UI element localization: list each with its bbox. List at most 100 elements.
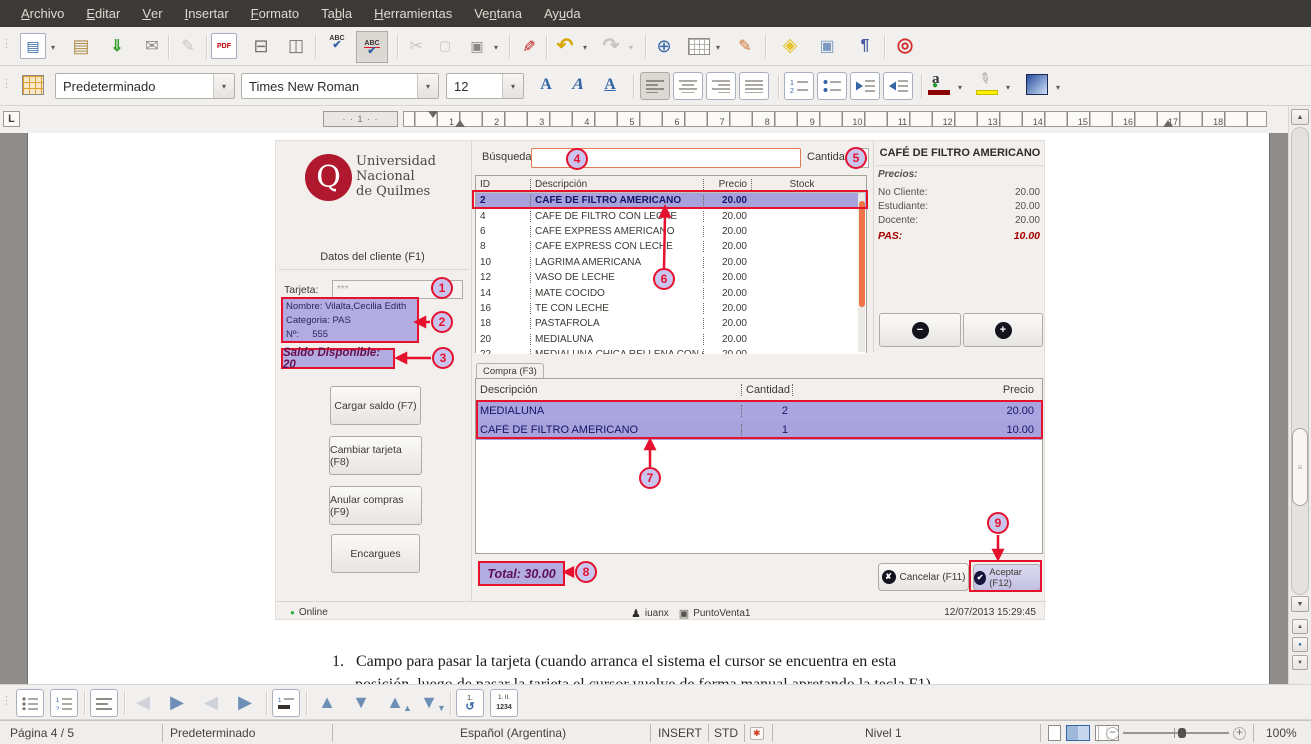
left-indent-marker[interactable] [455,120,465,127]
insert-unnumbered-entry-icon[interactable]: 1 [272,689,300,717]
spellcheck-icon[interactable]: ABC ✔ [323,35,351,49]
menu-editar[interactable]: Editar [75,0,131,27]
menu-herramientas[interactable]: Herramientas [363,0,463,27]
paste-icon[interactable]: ▣ [462,32,492,60]
move-down-icon[interactable]: ▼ [346,688,376,716]
document-paragraph[interactable]: 1. Campo para pasar la tarjeta (cuando a… [332,653,1032,671]
undo-icon[interactable]: ↶ [550,31,580,59]
horizontal-ruler[interactable]: 123456789101112131415161718 [403,111,1267,127]
open-icon[interactable]: ▤ [66,32,96,60]
document-view-area[interactable]: Q Universidad Nacional de Quilmes Datos … [0,133,1288,684]
bold-icon[interactable]: A [533,73,559,97]
zoom-slider-thumb[interactable] [1178,728,1186,738]
menu-ventana[interactable]: Ventana [463,0,533,27]
italic-icon[interactable]: A [562,73,594,97]
font-size-dropdown-icon[interactable]: ▾ [502,74,523,98]
insert-table-icon[interactable] [688,38,710,55]
document-line2-clipped[interactable]: posición, luego de pasar la tarjeta el c… [355,676,1055,684]
email-icon[interactable]: ✉ [137,32,167,60]
previous-page-button[interactable]: ▲ [1292,619,1308,634]
styles-and-formatting-icon[interactable] [22,75,44,95]
toolbar-grip[interactable]: ⋮ [1,694,9,707]
font-color-dropdown-icon[interactable]: ▾ [955,83,965,92]
menu-insertar[interactable]: Insertar [174,0,240,27]
undo-dropdown-icon[interactable]: ▾ [580,43,590,52]
font-name-combo[interactable]: Times New Roman ▾ [241,73,439,99]
font-name-dropdown-icon[interactable]: ▾ [417,74,438,98]
export-pdf-icon[interactable]: PDF [211,33,237,59]
gallery-icon[interactable]: ▣ [812,32,842,60]
draw-functions-icon[interactable]: ✎ [730,32,760,60]
document-modified-icon[interactable]: ✱ [750,721,764,744]
background-color-icon[interactable] [1026,74,1048,95]
save-icon[interactable]: ⇓ [102,32,132,60]
scroll-down-button[interactable]: ▼ [1291,596,1309,612]
statusbar-page-number[interactable]: Página 4 / 5 [10,721,74,744]
numbered-list-icon[interactable]: 12 [784,72,814,100]
pos-app-screenshot-image[interactable]: Q Universidad Nacional de Quilmes Datos … [275,140,1045,620]
scroll-up-button[interactable]: ▲ [1291,109,1309,125]
zoom-in-icon[interactable]: + [1233,727,1246,740]
multi-page-view-icon[interactable] [1066,725,1090,741]
menu-ayuda[interactable]: Ayuda [533,0,592,27]
menu-formato[interactable]: Formato [240,0,310,27]
statusbar-insert-mode[interactable]: INSERT [658,721,702,744]
bullet-list-toggle-icon[interactable] [16,689,44,717]
continue-numbering-icon[interactable]: 1. II. 1234 [490,689,518,717]
single-page-view-icon[interactable] [1048,725,1061,741]
numbered-list-toggle-icon[interactable]: 12 [50,689,78,717]
statusbar-outline-level[interactable]: Nivel 1 [865,721,902,744]
highlight-dropdown-icon[interactable]: ▾ [1003,83,1013,92]
demote-with-subpoints-icon[interactable]: ▶ [230,688,260,716]
toolbar-grip[interactable]: ⋮ [1,77,9,90]
hyperlink-globe-icon[interactable]: ⊕ [649,32,679,60]
align-justify-icon[interactable] [739,72,769,100]
first-line-indent-marker[interactable] [428,111,438,118]
decrease-indent-icon[interactable] [850,72,880,100]
toolbar-grip[interactable]: ⋮ [1,37,9,50]
increase-indent-icon[interactable] [883,72,913,100]
new-document-dropdown-icon[interactable]: ▾ [48,43,58,52]
tab-stop-selector[interactable]: L [3,111,20,127]
no-list-icon[interactable] [90,689,118,717]
background-color-dropdown-icon[interactable]: ▾ [1053,83,1063,92]
statusbar-zoom-level[interactable]: 100% [1266,721,1297,744]
underline-icon[interactable]: A [597,73,623,97]
move-up-icon[interactable]: ▲ [312,688,342,716]
navigation-button[interactable]: ● [1292,637,1308,652]
bullet-list-icon[interactable] [817,72,847,100]
statusbar-language[interactable]: Español (Argentina) [460,721,566,744]
menu-tabla[interactable]: Tabla [310,0,363,27]
font-size-combo[interactable]: 12 ▾ [446,73,524,99]
menu-ver[interactable]: Ver [131,0,173,27]
navigator-icon[interactable]: ◈ [775,31,805,59]
insert-table-dropdown-icon[interactable]: ▾ [713,43,723,52]
font-color-icon[interactable]: a ● [928,74,950,96]
zoom-slider-track[interactable] [1123,732,1229,734]
highlight-color-icon[interactable]: ✎ [976,74,998,96]
menu-archivo[interactable]: Archivo [10,0,75,27]
formatting-marks-icon[interactable]: ¶ [850,32,880,60]
print-icon[interactable]: ⊟ [246,32,276,60]
next-page-button[interactable]: ▼ [1292,655,1308,670]
zoom-out-icon[interactable]: − [1106,727,1119,740]
help-lifebuoy-icon[interactable]: ◎ [890,31,920,59]
align-left-icon[interactable] [640,72,670,100]
statusbar-selection-mode[interactable]: STD [714,721,738,744]
auto-spellcheck-icon[interactable]: ABC ✔ [356,31,388,63]
restart-numbering-icon[interactable]: 1. ↺ [456,689,484,717]
ruler-margin-segment[interactable]: · · 1 · · [323,111,398,127]
zoom-slider[interactable]: − + [1106,721,1246,744]
new-document-icon[interactable]: ▤ [20,33,46,59]
paste-dropdown-icon[interactable]: ▾ [491,43,501,52]
demote-level-icon[interactable]: ▶ [162,688,192,716]
scrollbar-track[interactable] [1291,127,1309,595]
right-indent-marker[interactable] [1163,120,1173,127]
align-right-icon[interactable] [706,72,736,100]
print-preview-icon[interactable]: ◫ [281,32,311,60]
paragraph-style-combo[interactable]: Predeterminado ▾ [55,73,235,99]
align-center-icon[interactable] [673,72,703,100]
statusbar-page-style[interactable]: Predeterminado [170,721,255,744]
paragraph-style-dropdown-icon[interactable]: ▾ [213,74,234,98]
format-paintbrush-icon[interactable]: ✎ [514,31,542,61]
